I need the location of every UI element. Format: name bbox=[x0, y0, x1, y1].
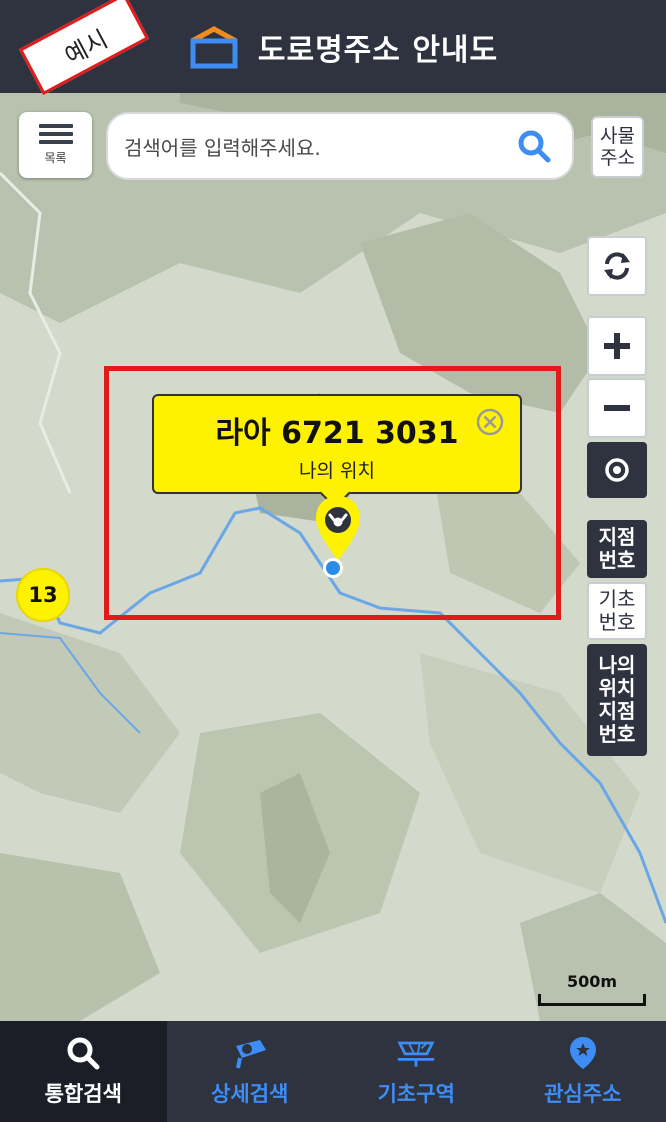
favorite-pin-icon bbox=[563, 1036, 603, 1070]
tab-favorite-address[interactable]: 관심주소 bbox=[500, 1021, 666, 1122]
hamburger-icon bbox=[38, 124, 73, 144]
point-code: 라아 6721 3031 bbox=[215, 416, 459, 451]
base-area-icon bbox=[396, 1036, 436, 1070]
search-icon[interactable] bbox=[504, 116, 564, 176]
app-title: 도로명주소 안내도 bbox=[257, 32, 499, 68]
zoom-out-button[interactable] bbox=[587, 378, 647, 438]
menu-label: 목록 bbox=[44, 151, 67, 165]
base-number-button[interactable]: 기초 번호 bbox=[587, 582, 647, 640]
building-address-button[interactable]: 사물 주소 bbox=[591, 116, 644, 178]
map-scale: 500m bbox=[536, 972, 648, 1008]
target-icon bbox=[605, 458, 629, 482]
house-logo-icon bbox=[190, 25, 238, 68]
close-icon[interactable] bbox=[474, 406, 506, 438]
search-icon bbox=[63, 1036, 103, 1070]
my-point-number-button[interactable]: 나의 위치 지점 번호 bbox=[587, 644, 647, 756]
point-number-button[interactable]: 지점 번호 bbox=[587, 520, 647, 578]
cluster-marker[interactable]: 13 bbox=[16, 568, 70, 622]
menu-button[interactable]: 목록 bbox=[19, 112, 92, 178]
tab-detail-search[interactable]: 상세검색 bbox=[167, 1021, 334, 1122]
refresh-button[interactable] bbox=[587, 236, 647, 296]
bottom-nav: 통합검색 상세검색 기초구역 관심주소 bbox=[0, 1021, 666, 1122]
tab-base-area[interactable]: 기초구역 bbox=[333, 1021, 500, 1122]
location-popup: 라아 6721 3031 나의 위치 bbox=[152, 394, 522, 509]
tab-integrated-search[interactable]: 통합검색 bbox=[0, 1021, 167, 1122]
detail-search-icon bbox=[230, 1036, 270, 1070]
plus-icon bbox=[604, 333, 630, 359]
search-input[interactable]: 검색어를 입력해주세요. bbox=[108, 132, 504, 161]
minus-icon bbox=[604, 405, 630, 411]
zoom-in-button[interactable] bbox=[587, 316, 647, 376]
my-location-button[interactable] bbox=[587, 442, 647, 498]
example-tag: 예시 bbox=[10, 0, 160, 96]
current-position-dot bbox=[323, 558, 343, 578]
location-pin-icon[interactable] bbox=[312, 494, 364, 564]
refresh-icon bbox=[604, 252, 630, 280]
search-box[interactable]: 검색어를 입력해주세요. bbox=[106, 112, 574, 180]
